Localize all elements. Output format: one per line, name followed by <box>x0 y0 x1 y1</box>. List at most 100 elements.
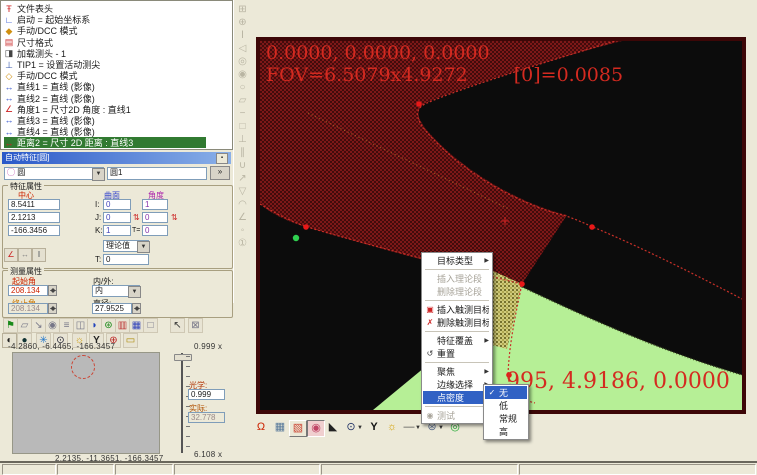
submenu-item-normal[interactable]: 常规 <box>485 412 527 425</box>
parallel-icon[interactable]: ∥ <box>234 146 251 159</box>
small-point-icon[interactable]: ◦ <box>234 224 251 237</box>
panel-close-button[interactable]: ▪ <box>216 153 228 164</box>
grid-feature-icon[interactable]: ⊞ <box>234 3 251 16</box>
expand-button[interactable]: » <box>210 166 230 180</box>
move-icon[interactable]: ↘ <box>31 318 46 333</box>
tree-item-selected[interactable]: ↔距离2 = 尺寸 2D 距离 : 直线3 <box>4 137 206 148</box>
start-angle-spinner[interactable] <box>48 285 57 296</box>
angle-feature-icon[interactable]: ∠ <box>234 211 251 224</box>
menu-item-delete-theo-segment[interactable]: 删除理论段 <box>423 285 491 298</box>
perpendicular-icon[interactable]: ⊥ <box>234 133 251 146</box>
select-box-icon[interactable]: ⊠ <box>188 318 203 333</box>
center-x-field[interactable]: 8.5411 <box>8 199 60 210</box>
polygon-feature-icon[interactable]: ▱ <box>234 94 251 107</box>
menu-item-reset[interactable]: ↺重置 <box>423 347 491 360</box>
lock-angle-icon[interactable]: ⇅ <box>171 213 178 222</box>
end-angle-spinner[interactable] <box>48 303 57 314</box>
circle-target-icon[interactable]: ◉ <box>307 420 325 437</box>
datum-icon[interactable]: ① <box>234 237 251 250</box>
point-feature-icon[interactable]: ⊕ <box>234 16 251 29</box>
tray-icon[interactable]: ▭ <box>123 333 138 348</box>
gear-dropdown-arrow[interactable]: ▼ <box>438 425 444 431</box>
profile-icon[interactable]: ∪ <box>234 159 251 172</box>
wedge-icon[interactable]: ◣ <box>325 420 341 435</box>
theoretical-dropdown-button[interactable]: ▼ <box>137 241 150 253</box>
angle-tool-icon[interactable]: ∠ <box>4 248 18 262</box>
menu-item-delete-touch-target[interactable]: ✗删除触测目标 <box>423 316 491 329</box>
circle-feature-icon[interactable]: ◎ <box>234 55 251 68</box>
program-tree[interactable]: Ŧ文件表头 ∟启动 = 起始坐标系 ◆手动/DCC 模式 ▤尺寸格式 ◨加载测头… <box>0 0 233 150</box>
copy-target-icon[interactable]: ▧ <box>289 420 307 437</box>
feature-type-combo[interactable]: ◯ 圆 <box>4 167 104 180</box>
menu-item-target-type[interactable]: 目标类型▶ <box>423 254 491 267</box>
slot-feature-icon[interactable]: Ⅰ <box>234 29 251 42</box>
target-point[interactable] <box>303 224 309 230</box>
line-feature-icon[interactable]: − <box>234 107 251 120</box>
chart-red-icon[interactable]: ▥ <box>115 318 130 333</box>
moon-illumination-icon[interactable]: ◗ <box>87 318 102 333</box>
concentric-circle-icon[interactable]: ◉ <box>234 68 251 81</box>
chart-blue-icon[interactable]: ▦ <box>129 318 144 333</box>
menu-item-insert-touch-target[interactable]: ▣插入触测目标 <box>423 303 491 316</box>
vector-icon[interactable]: ↗ <box>234 172 251 185</box>
square-icon[interactable]: □ <box>143 318 158 333</box>
live-camera-view[interactable] <box>12 352 160 454</box>
menu-item-insert-theo-segment[interactable]: 插入理论段 <box>423 272 491 285</box>
end-angle-field[interactable]: 208.134 <box>8 303 48 314</box>
diameter-spinner[interactable] <box>132 303 141 314</box>
funnel-icon[interactable]: Y <box>366 420 382 435</box>
rectangle-feature-icon[interactable]: □ <box>234 120 251 133</box>
box-icon[interactable]: ◫ <box>73 318 88 333</box>
status-segment <box>321 464 518 475</box>
gear-icon[interactable]: ⊛ <box>101 318 116 333</box>
offset-tool-icon[interactable]: ↔ <box>18 248 32 262</box>
graphics-view[interactable]: 0.0000, 0.0000, 0.0000 FOV=6.5079x4.9272… <box>256 37 746 414</box>
surface-k-field[interactable]: 1 <box>103 225 131 236</box>
line-style-dropdown-arrow[interactable]: ▼ <box>415 425 421 431</box>
target-icon[interactable]: ◉ <box>45 318 60 333</box>
submenu-item-high[interactable]: 高 <box>485 425 527 438</box>
target-point[interactable] <box>416 101 422 107</box>
menu-item-feature-overlay[interactable]: 特征覆盖▶ <box>423 334 491 347</box>
zoom-dropdown-arrow[interactable]: ▼ <box>357 425 363 431</box>
angle-k-field[interactable]: 0 <box>142 225 168 236</box>
feature-type-dropdown-button[interactable]: ▼ <box>92 168 105 181</box>
active-point-green[interactable] <box>293 235 299 241</box>
list-icon[interactable]: ≡ <box>59 318 74 333</box>
execute-flag-icon[interactable]: ⚑ <box>3 318 18 333</box>
pointer-icon[interactable]: ↖ <box>170 318 185 333</box>
camera-icon[interactable]: ▦ <box>272 420 288 435</box>
plane-feature-icon[interactable]: ◁ <box>234 42 251 55</box>
menu-item-point-density[interactable]: 点密度▶ <box>423 391 491 404</box>
submenu-item-none[interactable]: ✓无 <box>485 386 527 399</box>
feature-id-field[interactable]: 圆1 <box>107 167 207 180</box>
angle-i-field[interactable]: 1 <box>142 199 168 210</box>
trapezoid-icon[interactable]: ▽ <box>234 185 251 198</box>
pattern-tool-icon[interactable]: ‖ <box>32 248 46 262</box>
surface-i-field[interactable]: 0 <box>103 199 131 210</box>
diameter-field[interactable]: 27.9525 <box>92 303 132 314</box>
menu-item-test[interactable]: ◉测试 <box>423 409 491 422</box>
target-point[interactable] <box>519 281 525 287</box>
t-value-field[interactable]: 0 <box>103 254 149 265</box>
menu-item-edge-selection[interactable]: 边缘选择▶ <box>423 378 491 391</box>
start-angle-field[interactable]: 208.134 <box>8 285 48 296</box>
lock-vector-icon[interactable]: ⇅ <box>133 213 140 222</box>
parallelogram-icon[interactable]: ▱ <box>17 318 32 333</box>
actual-zoom-field[interactable]: 32.778 <box>188 412 225 423</box>
angle-j-field[interactable]: 0 <box>142 212 168 223</box>
ellipse-feature-icon[interactable]: ○ <box>234 81 251 94</box>
inner-outer-dropdown-button[interactable]: ▼ <box>128 286 141 298</box>
arc-feature-icon[interactable]: ◠ <box>234 198 251 211</box>
zoom-slider-track[interactable] <box>181 353 183 453</box>
menu-item-focus[interactable]: 聚焦▶ <box>423 365 491 378</box>
line-feature-icon: ↔ <box>4 115 14 125</box>
bulb-help-icon[interactable]: ☼ <box>384 420 400 435</box>
center-y-field[interactable]: 2.1213 <box>8 212 60 223</box>
target-point[interactable] <box>589 224 595 230</box>
surface-j-field[interactable]: 0 <box>103 212 131 223</box>
submenu-item-low[interactable]: 低 <box>485 399 527 412</box>
center-z-field[interactable]: -166.3456 <box>8 225 60 236</box>
magnet-snap-icon[interactable]: Ω <box>253 420 269 435</box>
optical-zoom-field[interactable]: 0.999 <box>188 389 225 400</box>
